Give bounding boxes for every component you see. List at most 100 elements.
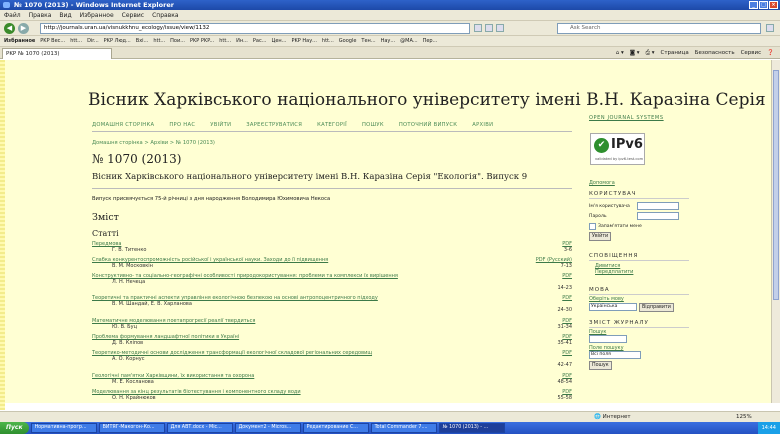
favorite-link[interactable]: PKP Люд... — [104, 36, 131, 46]
breadcrumb[interactable]: Домашня сторінка > Архіви > № 1070 (2013… — [92, 140, 492, 146]
browser-tab[interactable]: PKP № 1070 (2013) — [2, 48, 112, 59]
zoom-control[interactable]: 125% — [736, 412, 752, 422]
ojs-link[interactable]: OPEN JOURNAL SYSTEMS — [589, 115, 689, 121]
notify-subscribe-link[interactable]: Передплатити — [595, 269, 689, 275]
favorite-link[interactable]: htt... — [153, 36, 165, 46]
favorite-link[interactable]: Рас... — [253, 36, 267, 46]
taskbar-item[interactable]: Документ2 - Micros... — [234, 423, 301, 433]
nav-current[interactable]: ПОТОЧНИЙ ВИПУСК — [399, 122, 457, 130]
address-field[interactable]: http://journals.uran.ua/visnukkhnu_ecolo… — [40, 23, 470, 34]
favorite-link[interactable]: Пер... — [423, 36, 438, 46]
article-item: Моделювання за кінц результатів біотесту… — [92, 389, 572, 401]
language-submit-button[interactable]: Відправити — [639, 303, 674, 312]
taskbar-item-active[interactable]: № 1070 (2013) - ... — [438, 423, 505, 433]
favorite-link[interactable]: Тен... — [361, 36, 375, 46]
article-author: М. Е. Косланова — [112, 379, 154, 385]
nav-categories[interactable]: КАТЕГОРІЇ — [317, 122, 347, 130]
taskbar-item[interactable]: Редактирование С... — [302, 423, 369, 433]
pdf-link[interactable]: PDF — [562, 273, 572, 279]
menu-edit[interactable]: Правка — [29, 10, 52, 20]
article-pages: 48-54 — [557, 379, 572, 385]
language-heading: МОВА — [589, 287, 689, 295]
search-go-icon[interactable] — [766, 24, 774, 32]
tools-menu[interactable]: Сервис — [741, 48, 762, 58]
scroll-thumb[interactable] — [773, 70, 779, 300]
menu-view[interactable]: Вид — [59, 10, 71, 20]
journal-search-field[interactable] — [589, 335, 627, 343]
favorite-link[interactable]: Вхі... — [136, 36, 149, 46]
menu-help[interactable]: Справка — [152, 10, 178, 20]
back-button[interactable]: ◀ — [4, 23, 15, 34]
article-item: Математичне моделювання поетапрогресії р… — [92, 318, 572, 330]
vertical-scrollbar[interactable] — [771, 60, 780, 403]
article-pages: 7-13 — [560, 263, 572, 269]
site-nav: ДОМАШНЯ СТОРІНКА ПРО НАС УВІЙТИ ЗАРЕЄСТР… — [92, 122, 592, 130]
favorite-link[interactable]: htt... — [70, 36, 82, 46]
section-title: Статті — [92, 229, 119, 238]
ie-icon — [3, 2, 10, 8]
security-menu[interactable]: Безопасность — [695, 48, 735, 58]
nav-login[interactable]: УВІЙТИ — [210, 122, 231, 130]
article-pages: 31-34 — [557, 324, 572, 330]
print-icon[interactable]: ⎙ ▾ — [646, 48, 655, 58]
remember-checkbox[interactable] — [589, 223, 596, 230]
menu-file[interactable]: Файл — [4, 10, 21, 20]
favorite-link[interactable]: htt... — [219, 36, 231, 46]
help-link[interactable]: Допомога — [589, 180, 689, 186]
user-heading: КОРИСТУВАЧ — [589, 191, 689, 199]
password-field[interactable] — [637, 212, 679, 220]
help-icon[interactable]: ❓ — [767, 48, 774, 58]
taskbar-item[interactable]: Для АВТ.docx - Mic... — [166, 423, 233, 433]
favorite-link[interactable]: Google — [339, 36, 357, 46]
maximize-button[interactable]: □ — [759, 1, 768, 9]
article-author: Г. В. Титенко — [112, 247, 147, 253]
taskbar-item[interactable]: ВИТЯГ-Макогон-Ко... — [98, 423, 165, 433]
login-button[interactable]: Увійти — [589, 232, 612, 241]
favorite-link[interactable]: PKP Вес... — [40, 36, 65, 46]
article-pages: 24-30 — [557, 307, 572, 313]
taskbar-item[interactable]: Total Commander 7.... — [370, 423, 437, 433]
nav-register[interactable]: ЗАРЕЄСТРУВАТИСЯ — [246, 122, 302, 130]
pdf-link[interactable]: PDF — [562, 295, 572, 301]
start-button[interactable]: Пуск — [0, 422, 29, 434]
nav-search[interactable]: ПОШУК — [362, 122, 384, 130]
article-author: Ю. В. Буц — [112, 324, 137, 330]
go-icon[interactable] — [474, 24, 482, 32]
menu-tools[interactable]: Сервис — [122, 10, 144, 20]
minimize-button[interactable]: _ — [749, 1, 758, 9]
favorite-link[interactable]: Пои... — [170, 36, 185, 46]
username-field[interactable] — [637, 202, 679, 210]
stop-icon[interactable] — [496, 24, 504, 32]
nav-archives[interactable]: АРХІВИ — [472, 122, 493, 130]
sidebar-user: Допомога КОРИСТУВАЧ Ім'я користувача Пар… — [589, 180, 689, 370]
feeds-icon[interactable]: ◙ ▾ — [630, 48, 640, 58]
favorite-link[interactable]: PKP PKP... — [190, 36, 214, 46]
journal-search-button[interactable]: Пошук — [589, 361, 612, 370]
username-label: Ім'я користувача — [589, 203, 630, 209]
page-menu[interactable]: Страница — [661, 48, 689, 58]
menu-favorites[interactable]: Избранное — [80, 10, 114, 20]
ipv6-badge[interactable]: ✔ IPv6 validated by ipv6-test.com — [590, 133, 645, 165]
language-select[interactable]: Українська — [589, 303, 637, 311]
article-item: Теоретико-методичні основи дослідження т… — [92, 350, 572, 368]
search-field-select[interactable]: Всі поля — [589, 351, 641, 359]
favorite-link[interactable]: Dir... — [87, 36, 99, 46]
pdf-link[interactable]: PDF — [562, 350, 572, 356]
refresh-icon[interactable] — [485, 24, 493, 32]
home-icon[interactable]: ⌂ ▾ — [616, 48, 624, 58]
favorite-link[interactable]: Ин... — [236, 36, 248, 46]
close-button[interactable]: × — [769, 1, 778, 9]
favorite-link[interactable]: PKP Нау... — [291, 36, 316, 46]
favorite-link[interactable]: Цен... — [271, 36, 286, 46]
favorites-button[interactable]: Избранное — [4, 36, 35, 46]
nav-about[interactable]: ПРО НАС — [169, 122, 195, 130]
favorite-link[interactable]: Нау... — [381, 36, 396, 46]
favorite-link[interactable]: @MA... — [400, 36, 417, 46]
search-input[interactable]: Ask Search — [557, 23, 761, 34]
taskbar-item[interactable]: Нормативна-прогр... — [30, 423, 97, 433]
nav-home[interactable]: ДОМАШНЯ СТОРІНКА — [92, 122, 154, 130]
forward-button[interactable]: ▶ — [18, 23, 29, 34]
favorite-link[interactable]: htt... — [322, 36, 334, 46]
address-toolbar: ◀ ▶ http://journals.uran.ua/visnukkhnu_e… — [0, 21, 780, 36]
zone-indicator: 🌐 Интернет — [594, 414, 631, 420]
